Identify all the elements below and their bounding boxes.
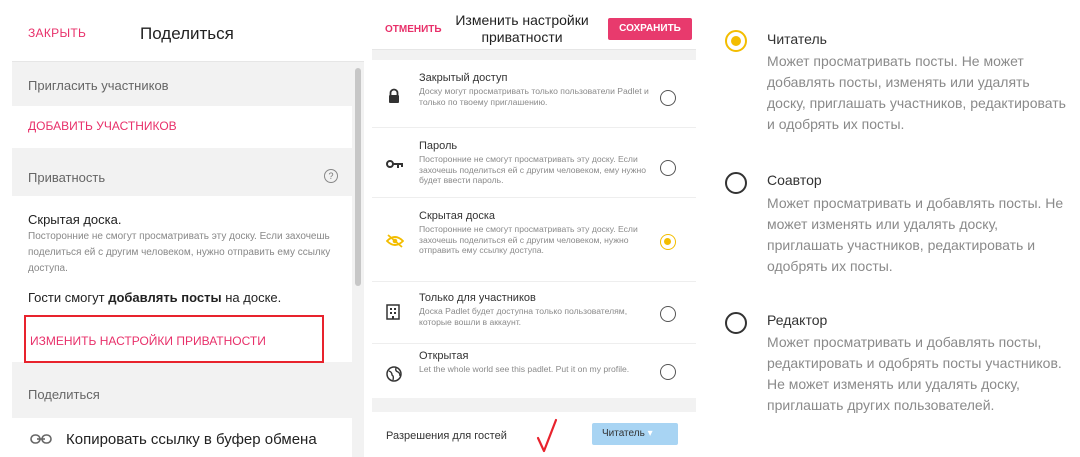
scrollbar-thumb[interactable] [355,68,361,286]
share-heading: Поделиться [28,387,100,402]
privacy-option-members-only[interactable]: Только для участников Доска Padlet будет… [372,282,696,344]
chevron-down-icon: ▾ [647,428,653,439]
guest-permissions-label: Разрешения для гостей [386,430,507,442]
option-description: Доска Padlet будет доступна только польз… [419,306,628,327]
option-description: Доску могут просматривать только пользов… [419,86,649,107]
share-panel: ЗАКРЫТЬ Поделиться Пригласить участников… [12,0,364,457]
option-title: Пароль [419,140,458,152]
radio-button[interactable] [660,90,676,106]
option-description: Посторонние не смогут просматривать эту … [419,224,638,255]
option-description: Посторонние не смогут просматривать эту … [419,154,647,185]
guests-prefix: Гости смогут [28,290,109,305]
privacy-heading: Приватность [28,170,106,185]
radio-button-selected[interactable] [660,234,676,250]
privacy-options-list: Закрытый доступ Доску могут просматриват… [372,60,696,398]
close-button[interactable]: ЗАКРЫТЬ [28,26,86,40]
option-title: Читатель [767,31,827,47]
guest-permissions-value: Читатель [602,428,645,439]
change-privacy-button[interactable]: ИЗМЕНИТЬ НАСТРОЙКИ ПРИВАТНОСТИ [30,334,266,348]
option-description: Может просматривать и добавлять посты, р… [767,334,1062,413]
guest-permissions-panel: Читатель Может просматривать посты. Не м… [705,0,1080,457]
guests-suffix: на доске. [221,290,282,305]
link-icon [30,434,52,444]
lock-icon [389,88,399,103]
option-title: Открытая [419,350,469,362]
option-title: Соавтор [767,172,822,188]
current-privacy-title: Скрытая доска. [28,212,122,227]
key-icon [386,160,403,168]
privacy-panel-title: Изменить настройки приватности [455,12,589,45]
option-description: Может просматривать и добавлять посты. Н… [767,195,1064,274]
privacy-settings-panel: ОТМЕНИТЬ Изменить настройки приватности … [372,0,696,457]
guests-permission-bold: добавлять посты [108,290,222,305]
share-panel-title: Поделиться [140,24,234,43]
guest-permissions-select[interactable]: Читатель ▾ [592,423,678,445]
save-button[interactable]: СОХРАНИТЬ [608,18,692,40]
cancel-button[interactable]: ОТМЕНИТЬ [385,24,442,35]
guest-permission-summary: Гости смогут добавлять посты на доске. [28,290,281,305]
option-title: Редактор [767,312,828,328]
option-title: Скрытая доска [419,210,496,222]
screenshot-canvas: ЗАКРЫТЬ Поделиться Пригласить участников… [0,0,1080,457]
radio-button[interactable] [660,364,676,380]
radio-button[interactable] [660,306,676,322]
privacy-option-password[interactable]: Пароль Посторонние не смогут просматрива… [372,128,696,198]
globe-icon [386,366,402,382]
add-members-button[interactable]: ДОБАВИТЬ УЧАСТНИКОВ [12,106,352,148]
privacy-option-closed[interactable]: Закрытый доступ Доску могут просматриват… [372,60,696,128]
option-title: Закрытый доступ [419,72,508,84]
help-icon[interactable]: ? [324,169,338,183]
radio-editor[interactable] [725,312,747,334]
copy-link-label[interactable]: Копировать ссылку в буфер обмена [66,431,317,448]
radio-button[interactable] [660,160,676,176]
option-description: Может просматривать посты. Не может доба… [767,53,1066,132]
eye-off-icon [386,234,404,248]
option-title: Только для участников [419,292,536,304]
current-privacy-description: Посторонние не смогут просматривать эту … [28,231,331,274]
privacy-option-hidden[interactable]: Скрытая доска Посторонние не смогут прос… [372,198,696,282]
radio-coauthor[interactable] [725,172,747,194]
option-description: Let the whole world see this padlet. Put… [419,364,630,374]
privacy-option-open[interactable]: Открытая Let the whole world see this pa… [372,344,696,398]
radio-reader-selected[interactable] [725,30,747,52]
checkmark-annotation [536,418,558,453]
add-members-label: ДОБАВИТЬ УЧАСТНИКОВ [28,119,177,133]
building-icon [386,304,400,320]
invite-members-heading: Пригласить участников [28,78,169,93]
